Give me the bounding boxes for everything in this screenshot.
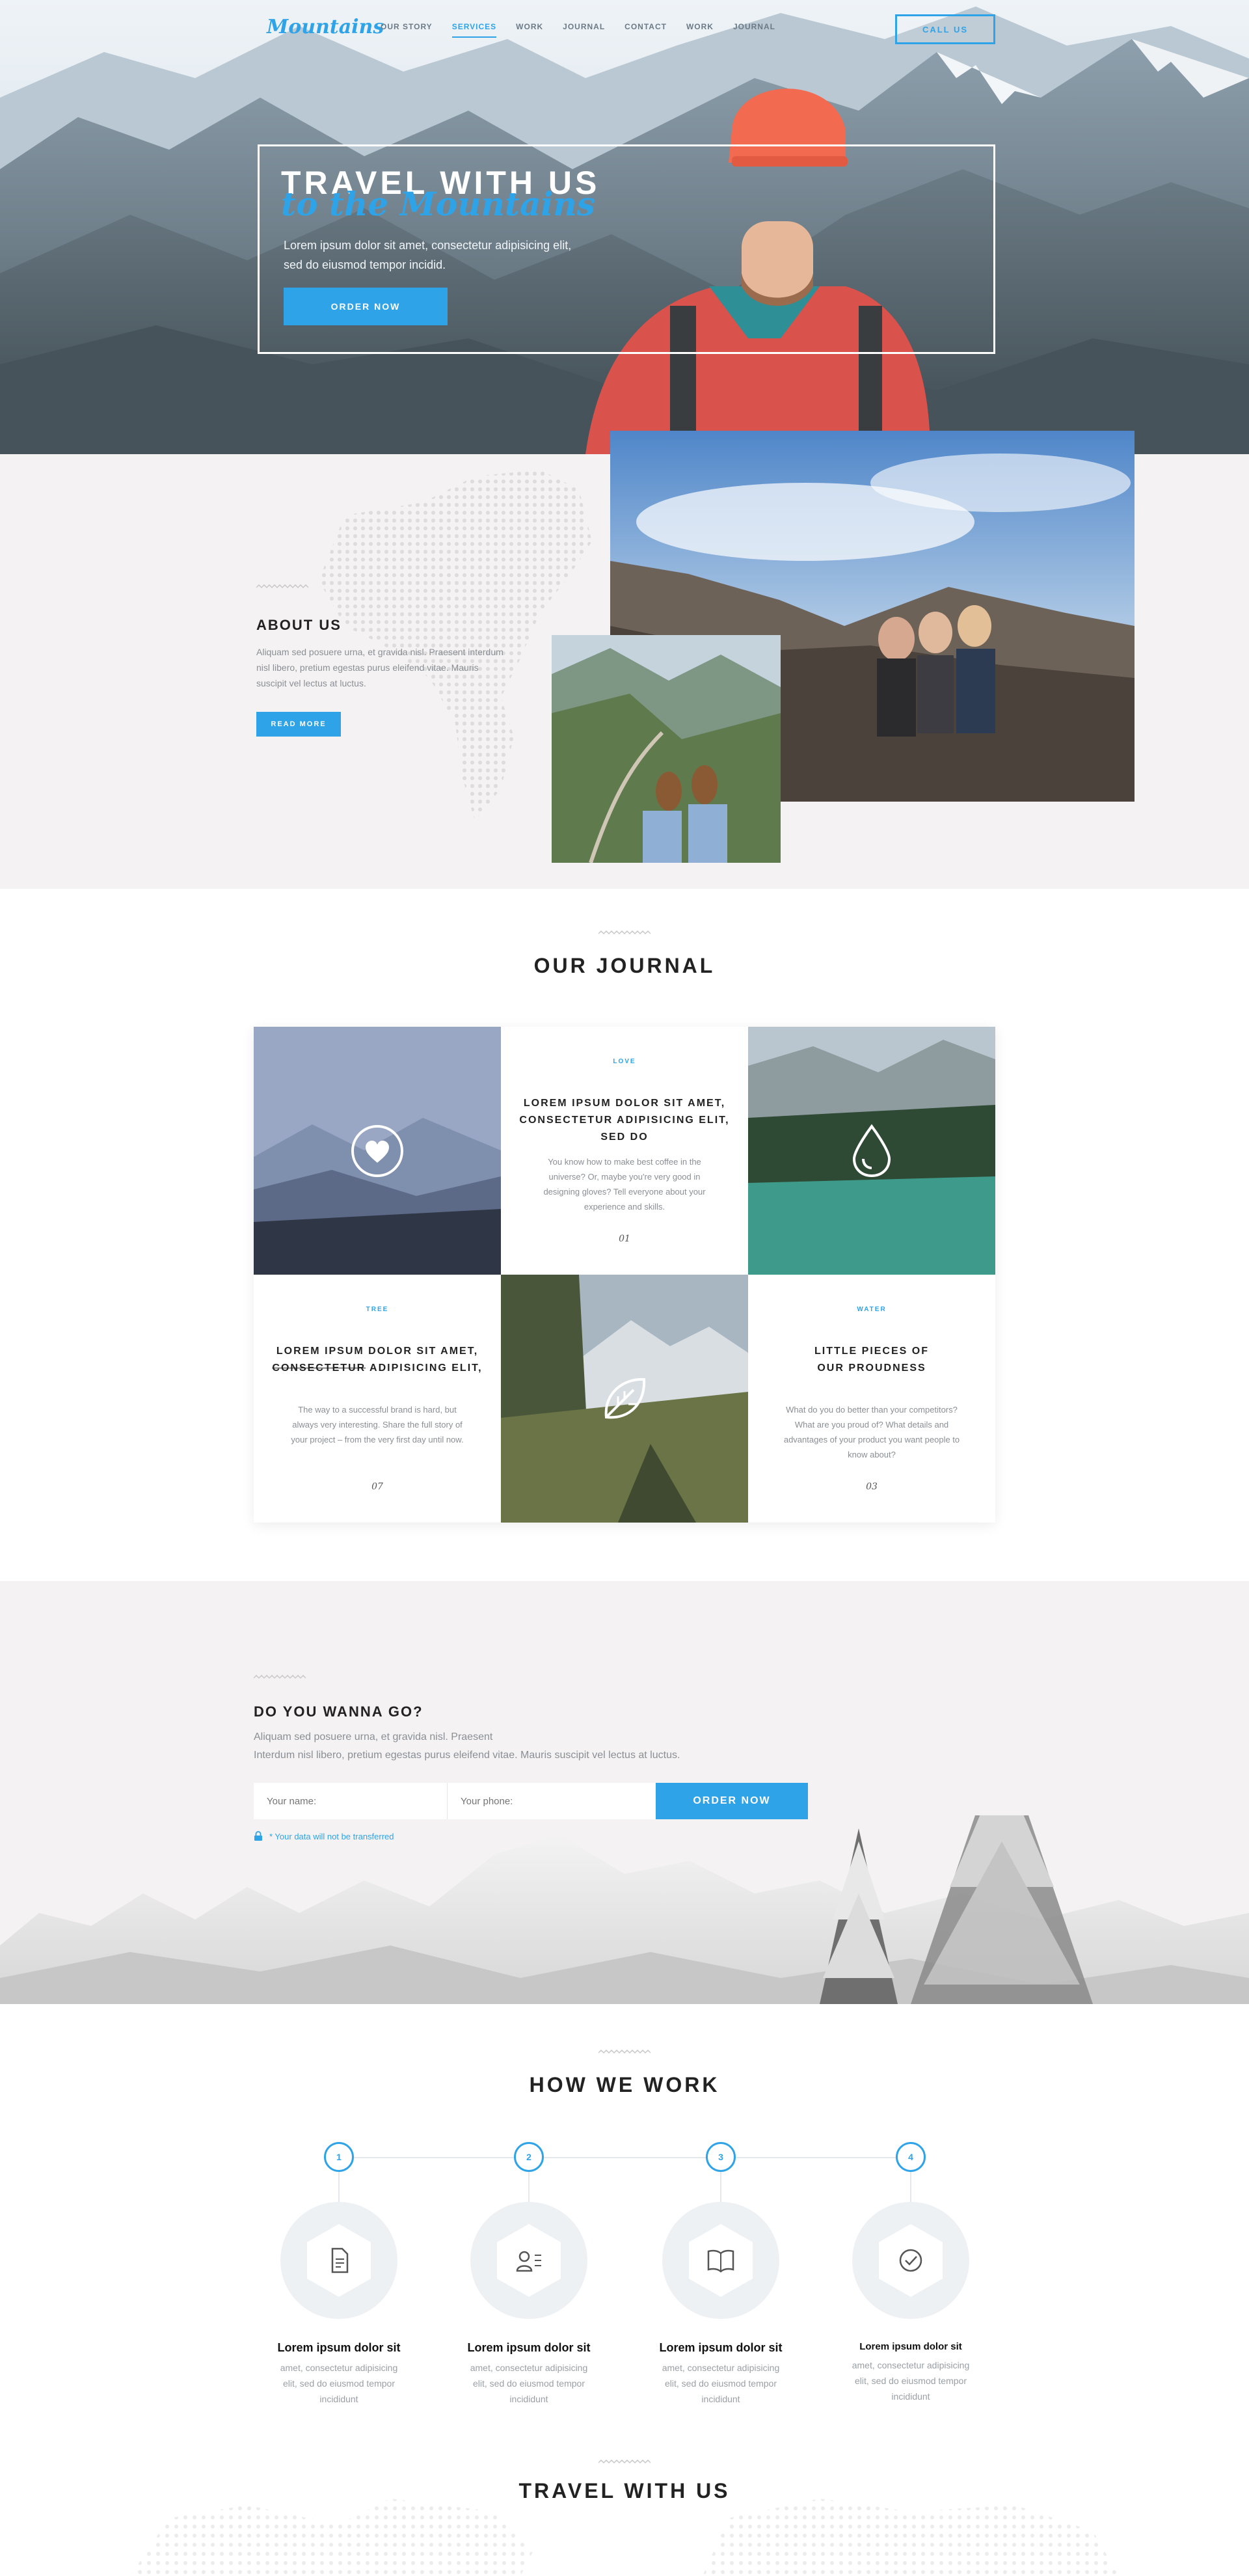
step-1: 1 Lorem ipsum dolor sit amet, consectetu… [254, 2137, 423, 2407]
journal-card-water[interactable]: WATER LITTLE PIECES OF OUR PROUDNESS Wha… [748, 1275, 995, 1523]
book-icon [689, 2224, 753, 2297]
step-title: Lorem ipsum dolor sit [659, 2341, 783, 2354]
travel-title: TRAVEL WITH US [518, 2479, 731, 2502]
snowy-mountains-graphic [0, 1815, 1249, 2004]
nav-item-work-2[interactable]: WORK [686, 22, 714, 38]
step-2: 2 Lorem ipsum dolor sit amet, consectetu… [444, 2137, 613, 2407]
step-text: amet, consectetur adipisicing elit, sed … [280, 2363, 398, 2404]
call-us-button[interactable]: CALL US [895, 14, 995, 44]
card-tag: LOVE [613, 1058, 636, 1065]
card-title: LOREM IPSUM DOLOR SIT AMET, CONSECTETUR … [519, 1098, 730, 1143]
step-title: Lorem ipsum dolor sit [277, 2341, 401, 2354]
card-text: What do you do better than your competit… [783, 1405, 960, 1459]
zigzag-divider-icon [256, 584, 308, 589]
travel-header: TRAVEL WITH US [0, 2460, 1249, 2503]
nav-item-contact[interactable]: CONTACT [624, 22, 667, 38]
phone-input[interactable] [448, 1783, 656, 1819]
nav-item-our-story[interactable]: OUR STORY [381, 22, 433, 38]
journal-title: OUR JOURNAL [533, 954, 716, 977]
contact-list-icon [497, 2224, 561, 2297]
step-number: 4 [896, 2142, 926, 2172]
travel-section: TRAVEL WITH US [0, 2460, 1249, 2576]
journal-header: OUR JOURNAL [0, 930, 1249, 978]
card-title: LITTLE PIECES OF OUR PROUDNESS [814, 1346, 929, 1374]
how-header: HOW WE WORK [0, 2050, 1249, 2097]
read-more-button[interactable]: READ MORE [256, 712, 341, 737]
journal-image-water[interactable] [748, 1027, 995, 1275]
step-title: Lorem ipsum dolor sit [859, 2341, 962, 2352]
card-tag: TREE [366, 1306, 389, 1313]
nav-item-work[interactable]: WORK [516, 22, 543, 38]
step-text: amet, consectetur adipisicing elit, sed … [470, 2363, 588, 2404]
zigzag-divider-icon [598, 2050, 651, 2054]
zigzag-divider-icon [598, 2460, 651, 2464]
journal-card-tree[interactable]: TREE LOREM IPSUM DOLOR SIT AMET, CONSECT… [254, 1275, 501, 1523]
zigzag-divider-icon [598, 930, 651, 935]
step-number: 3 [706, 2142, 736, 2172]
hero-text: Lorem ipsum dolor sit amet, consectetur … [284, 239, 572, 271]
nav-item-journal[interactable]: JOURNAL [563, 22, 605, 38]
how-title: HOW WE WORK [529, 2073, 720, 2096]
name-input[interactable] [254, 1783, 448, 1819]
step-text: amet, consectetur adipisicing elit, sed … [852, 2360, 970, 2402]
card-number: 01 [619, 1234, 630, 1244]
step-4: 4 Lorem ipsum dolor sit amet, consectetu… [826, 2137, 995, 2404]
journal-grid: LOVE LOREM IPSUM DOLOR SIT AMET, CONSECT… [254, 1027, 995, 1523]
nav-item-services[interactable]: SERVICES [451, 22, 497, 38]
step-number: 1 [324, 2142, 354, 2172]
about-text: Aliquam sed posuere urna, et gravida nis… [256, 647, 504, 688]
document-icon [307, 2224, 371, 2297]
zigzag-divider-icon [254, 1675, 306, 1679]
step-text: amet, consectetur adipisicing elit, sed … [662, 2363, 780, 2404]
heart-icon [351, 1124, 403, 1177]
privacy-note: * Your data will not be transferred [254, 1831, 394, 1841]
drop-icon [852, 1124, 891, 1177]
card-text: You know how to make best coffee in the … [543, 1157, 706, 1212]
journal-image-tree[interactable] [501, 1275, 748, 1523]
journal-card-love[interactable]: LOVE LOREM IPSUM DOLOR SIT AMET, CONSECT… [501, 1027, 748, 1275]
privacy-note-text: * Your data will not be transferred [269, 1831, 394, 1841]
logo[interactable]: Mountains [267, 16, 384, 38]
step-title: Lorem ipsum dolor sit [467, 2341, 591, 2354]
hero-section: Mountains OUR STORY SERVICES WORK JOURNA… [0, 0, 1249, 454]
hero-order-button[interactable]: ORDER NOW [284, 288, 448, 325]
booking-order-button[interactable]: ORDER NOW [656, 1783, 808, 1819]
booking-section: DO YOU WANNA GO? Aliquam sed posuere urn… [0, 1581, 1249, 2004]
booking-title: DO YOU WANNA GO? [254, 1703, 423, 1720]
card-title: LOREM IPSUM DOLOR SIT AMET, CONSECTETUR … [272, 1346, 483, 1374]
nav-item-journal-2[interactable]: JOURNAL [733, 22, 775, 38]
leaf-icon [604, 1377, 646, 1418]
card-tag: WATER [857, 1306, 887, 1313]
about-title: ABOUT US [256, 617, 342, 633]
hiker-legs-valley-photo [552, 635, 781, 863]
booking-text: Aliquam sed posuere urna, et gravida nis… [254, 1731, 680, 1761]
card-text: The way to a successful brand is hard, b… [291, 1405, 464, 1444]
booking-form: ORDER NOW [254, 1783, 808, 1819]
card-number: 07 [371, 1482, 383, 1492]
step-number: 2 [514, 2142, 544, 2172]
journal-image-love[interactable] [254, 1027, 501, 1275]
card-number: 03 [866, 1482, 878, 1492]
top-nav: Mountains OUR STORY SERVICES WORK JOURNA… [0, 0, 1249, 57]
steps-row: 1 Lorem ipsum dolor sit amet, consectetu… [0, 2137, 1249, 2410]
main-menu: OUR STORY SERVICES WORK JOURNAL CONTACT … [381, 22, 795, 38]
check-circle-icon [879, 2224, 943, 2297]
about-section: ABOUT US Aliquam sed posuere urna, et gr… [0, 431, 1249, 889]
lock-icon [254, 1831, 262, 1841]
hero-subtitle: to the Mountains [281, 185, 595, 223]
step-3: 3 Lorem ipsum dolor sit amet, consectetu… [636, 2137, 805, 2407]
